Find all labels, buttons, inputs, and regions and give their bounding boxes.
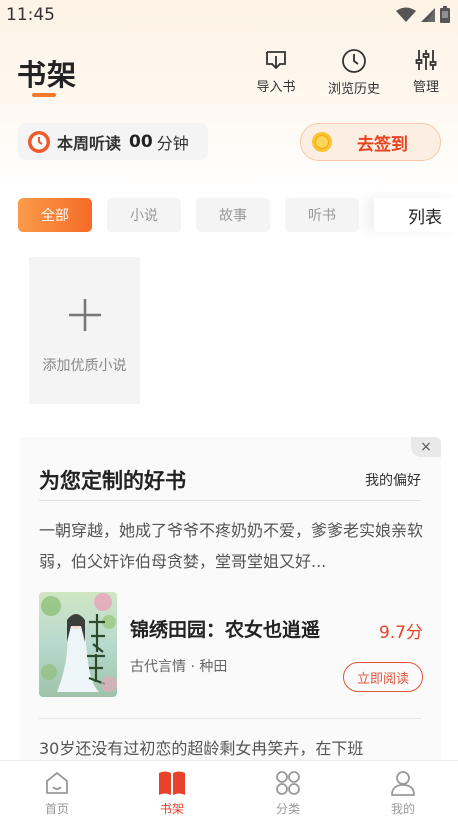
nav-category[interactable]: 分类	[248, 769, 328, 817]
read-now-button[interactable]: 立即阅读	[343, 662, 423, 692]
book-cover-art	[39, 592, 117, 697]
history-clock-icon	[342, 49, 366, 73]
tab-novel[interactable]: 小说	[107, 198, 181, 232]
plus-icon	[68, 299, 101, 331]
category-icon	[276, 771, 300, 795]
recommendation-title: 为您定制的好书	[39, 469, 186, 493]
nav-home[interactable]: 首页	[17, 769, 97, 817]
import-icon	[266, 51, 286, 70]
list-view-label: 列表	[408, 207, 442, 228]
browse-history-button[interactable]: 浏览历史	[319, 48, 389, 97]
add-book-label: 添加优质小说	[42, 358, 127, 374]
listen-clock-icon	[28, 130, 50, 153]
book-description[interactable]: 一朝穿越，她成了爷爷不疼奶奶不爱，爹爹老实娘亲软弱，伯父奸诈伯母贪婪，堂哥堂姐又…	[39, 515, 425, 577]
weekly-listen-stats[interactable]: 本周听读 00 分钟	[18, 123, 208, 160]
coin-icon	[312, 132, 332, 152]
book-genre-tags: 古代言情 · 种田	[130, 659, 228, 675]
battery-icon	[440, 6, 450, 23]
book-cover[interactable]	[39, 592, 117, 697]
book-description-2[interactable]: 30岁还没有过初恋的超龄剩女冉笑卉，在下班	[39, 735, 425, 759]
nav-profile[interactable]: 我的	[363, 769, 443, 817]
book-title[interactable]: 锦绣田园：农女也逍遥	[130, 615, 320, 642]
signin-button[interactable]: 去签到	[300, 123, 441, 161]
import-book-label: 导入书	[256, 80, 296, 95]
bottom-nav: 首页 书架 分类 我的	[0, 760, 458, 820]
status-bar: 11:45	[0, 0, 458, 30]
home-icon	[46, 772, 68, 794]
manage-label: 管理	[412, 80, 439, 95]
list-view-toggle[interactable]: 列表	[374, 198, 458, 232]
nav-category-label: 分类	[275, 802, 300, 816]
divider	[39, 718, 421, 719]
tab-audiobook[interactable]: 听书	[285, 198, 359, 232]
nav-bookshelf-label: 书架	[159, 802, 184, 816]
signal-icon	[421, 7, 435, 22]
sliders-icon	[415, 50, 437, 70]
manage-button[interactable]: 管理	[391, 48, 458, 95]
signin-label: 去签到	[357, 134, 408, 155]
header: 书架 导入书 浏览历史 管理	[0, 46, 458, 106]
close-icon: ×	[420, 439, 432, 455]
nav-bookshelf[interactable]: 书架	[132, 769, 212, 817]
page-title: 书架	[17, 58, 78, 92]
status-time: 11:45	[6, 5, 55, 25]
my-preference-link[interactable]: 我的偏好	[365, 470, 421, 490]
nav-home-label: 首页	[44, 802, 69, 816]
book-score: 9.7分	[378, 623, 423, 643]
close-recommendation-button[interactable]: ×	[411, 437, 441, 457]
tab-all[interactable]: 全部	[18, 198, 92, 232]
category-tabs: 全部 小说 故事 听书 列表	[0, 198, 458, 234]
status-icons	[396, 6, 450, 23]
bookshelf-icon	[159, 771, 185, 795]
listen-label: 本周听读	[57, 133, 122, 153]
listen-unit: 分钟	[156, 133, 189, 153]
tab-story[interactable]: 故事	[196, 198, 270, 232]
nav-profile-label: 我的	[390, 802, 415, 816]
wifi-icon	[396, 7, 416, 22]
add-book-tile[interactable]: 添加优质小说	[29, 257, 140, 404]
import-book-button[interactable]: 导入书	[241, 48, 311, 95]
recommendation-card: × 为您定制的好书 我的偏好 一朝穿越，她成了爷爷不疼奶奶不爱，爹爹老实娘亲软弱…	[19, 437, 441, 767]
divider	[39, 500, 421, 501]
profile-icon	[391, 771, 415, 796]
browse-history-label: 浏览历史	[327, 82, 380, 97]
listen-minutes-value: 00	[129, 131, 153, 152]
title-underline	[32, 93, 56, 97]
